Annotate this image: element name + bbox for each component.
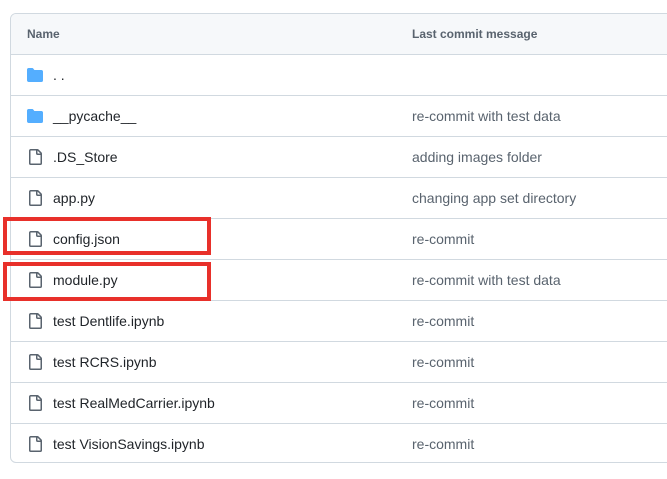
row-commit-message-link[interactable]: re-commit [412,353,474,371]
row-commit-message-link[interactable]: re-commit with test data [412,271,561,289]
row-commit-message-link[interactable]: re-commit [412,312,474,330]
row-commit-message-link[interactable]: re-commit [412,435,474,453]
file-icon [27,190,43,206]
file-table: Name Last commit message . . __pycache__ r… [10,13,667,463]
file-icon [27,313,43,329]
file-icon [27,231,43,247]
file-row[interactable]: test RealMedCarrier.ipynb re-commit [11,383,667,424]
row-name-link[interactable]: config.json [53,230,120,248]
folder-row[interactable]: . . [11,55,667,96]
row-commit-message-link[interactable]: changing app set directory [412,189,576,207]
folder-icon [27,108,43,124]
file-row[interactable]: .DS_Store adding images folder [11,137,667,178]
row-name-link[interactable]: . . [53,66,65,84]
row-name-link[interactable]: test RCRS.ipynb [53,353,156,371]
row-commit-message-link[interactable]: adding images folder [412,148,542,166]
column-header-last-commit-message: Last commit message [412,27,538,41]
file-icon [27,354,43,370]
row-name-link[interactable]: test Dentlife.ipynb [53,312,164,330]
file-row[interactable]: test Dentlife.ipynb re-commit [11,301,667,342]
file-icon [27,149,43,165]
row-name-link[interactable]: test RealMedCarrier.ipynb [53,394,215,412]
column-header-name: Name [27,27,60,41]
file-row[interactable]: test VisionSavings.ipynb re-commit [11,424,667,462]
file-icon [27,272,43,288]
row-name-link[interactable]: __pycache__ [53,107,136,125]
file-row[interactable]: config.json re-commit [11,219,667,260]
row-name-link[interactable]: module.py [53,271,118,289]
row-name-link[interactable]: .DS_Store [53,148,118,166]
file-row[interactable]: test RCRS.ipynb re-commit [11,342,667,383]
folder-icon [27,67,43,83]
row-commit-message-link[interactable]: re-commit [412,394,474,412]
row-commit-message-link[interactable]: re-commit with test data [412,107,561,125]
file-list: . . __pycache__ re-commit with test data .D… [11,55,667,462]
row-name-link[interactable]: app.py [53,189,95,207]
file-row[interactable]: module.py re-commit with test data [11,260,667,301]
file-row[interactable]: app.py changing app set directory [11,178,667,219]
row-commit-message-link[interactable]: re-commit [412,230,474,248]
row-name-link[interactable]: test VisionSavings.ipynb [53,435,205,453]
file-icon [27,395,43,411]
table-header: Name Last commit message [11,14,667,55]
folder-row[interactable]: __pycache__ re-commit with test data [11,96,667,137]
file-icon [27,436,43,452]
